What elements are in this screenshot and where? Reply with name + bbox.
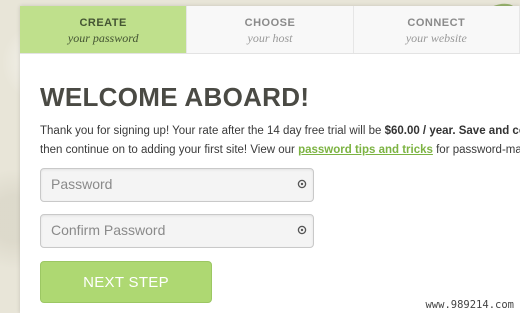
tab-title: CREATE bbox=[79, 17, 127, 29]
intro-line-2: then continue on to adding your first si… bbox=[40, 141, 520, 160]
key-icon bbox=[297, 225, 307, 235]
tab-create[interactable]: CREATE your password bbox=[20, 6, 188, 53]
password-input[interactable] bbox=[41, 169, 301, 199]
intro-line-1-text: Thank you for signing up! Your rate afte… bbox=[40, 125, 385, 137]
confirm-password-input[interactable] bbox=[41, 215, 301, 245]
intro-line-2-text: then continue on to adding your first si… bbox=[40, 144, 299, 156]
step-tabs: CREATE your password CHOOSE your host CO… bbox=[20, 6, 520, 54]
intro-line-2-rest: for password-making bbox=[436, 144, 520, 156]
price-text: $60.00 / year. bbox=[384, 125, 456, 137]
tab-subtitle: your website bbox=[405, 31, 467, 45]
tab-title: CONNECT bbox=[407, 17, 466, 29]
confirm-password-field bbox=[40, 214, 314, 248]
key-icon bbox=[297, 179, 307, 189]
password-field bbox=[40, 168, 314, 202]
tab-choose[interactable]: CHOOSE your host bbox=[187, 6, 354, 53]
intro-text: Thank you for signing up! Your rate afte… bbox=[40, 122, 520, 160]
tab-title: CHOOSE bbox=[244, 17, 296, 29]
tab-subtitle: your host bbox=[247, 31, 293, 45]
next-step-button[interactable]: NEXT STEP bbox=[40, 261, 212, 303]
tab-connect[interactable]: CONNECT your website bbox=[353, 6, 520, 53]
watermark: www.989214.com bbox=[423, 299, 516, 311]
intro-line-1-rest: Save and conti bbox=[458, 125, 520, 137]
tab-subtitle: your password bbox=[67, 31, 139, 45]
intro-line-1: Thank you for signing up! Your rate afte… bbox=[40, 122, 520, 141]
password-tips-link[interactable]: password tips and tricks bbox=[298, 144, 433, 156]
page-title: WELCOME ABOARD! bbox=[40, 82, 310, 112]
